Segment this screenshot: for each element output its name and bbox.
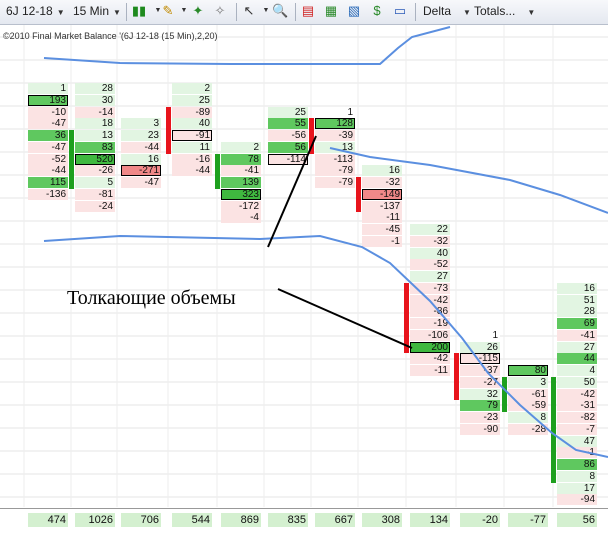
pencil-icon[interactable]: ✎ (160, 3, 176, 19)
chart-panel[interactable]: 1 193 -10 -47 36 -47 -52 -44 115 -136 28 30 -14 18 13 8… (0, 25, 608, 507)
separator (415, 3, 416, 21)
lower-band-line (43, 234, 608, 458)
chart-overlay (43, 26, 608, 458)
chevron-down-icon: ▼ (463, 8, 471, 17)
interval-selector[interactable]: 15 Min ▼ (73, 2, 121, 21)
chart-title: ©2010 Final Market Balance '(6J 12-18 (1… (3, 31, 218, 41)
annotation-arrow-2 (277, 288, 413, 349)
annotation-text: Толкающие объемы (67, 287, 236, 309)
chart-properties-icon[interactable]: ▧ (346, 3, 362, 19)
chevron-down-icon: ▼ (56, 8, 65, 17)
column-total: 667 (315, 513, 355, 527)
chevron-down-icon: ▼ (113, 8, 121, 17)
column-total: -77 (508, 513, 548, 527)
data-box-icon[interactable]: ▭ (392, 3, 408, 19)
cursor-icon[interactable]: ↖ (241, 3, 257, 19)
totals-panel: 474 1026 706 544 869 835 667 308 134 -20 -77 56 (0, 508, 608, 533)
toolbar: 6J 12-18 ▼ 15 Min ▼ ▮▮ ▼ ✎ ▼ ✦ ✧ ↖ ▼ 🔍 ▤ ▦… (0, 0, 608, 25)
instrument-label: 6J 12-18 (6, 4, 53, 18)
annotation-arrow-1 (267, 135, 317, 248)
column-total: 1026 (75, 513, 115, 527)
column-total: 308 (362, 513, 402, 527)
column-total: 56 (557, 513, 597, 527)
dollar-icon[interactable]: $ (369, 3, 385, 19)
interval-label: 15 Min (73, 4, 110, 18)
separator (126, 3, 127, 21)
column-total: 544 (172, 513, 212, 527)
totals-selector[interactable]: Totals... ▼ (474, 2, 535, 21)
delta-selector[interactable]: Delta ▼ (423, 2, 471, 21)
column-total: 134 (410, 513, 450, 527)
instrument-selector[interactable]: 6J 12-18 ▼ (6, 2, 65, 21)
crosshair-icon[interactable]: ✦ (190, 3, 206, 19)
separator (295, 3, 296, 21)
column-total: 706 (121, 513, 161, 527)
separator (236, 3, 237, 21)
indicators-icon[interactable]: ▤ (300, 3, 316, 19)
bar-type-icon[interactable]: ▮▮ (131, 3, 147, 19)
totals-label: Totals... (474, 4, 516, 18)
middle-band-line (329, 147, 608, 214)
column-total: 835 (268, 513, 308, 527)
chevron-down-icon: ▼ (527, 8, 536, 17)
strategies-icon[interactable]: ▦ (323, 3, 339, 19)
column-total: 869 (221, 513, 261, 527)
column-total: -20 (460, 513, 500, 527)
pin-icon[interactable]: ✧ (212, 3, 228, 19)
delta-label: Delta (423, 4, 452, 18)
column-total: 474 (28, 513, 68, 527)
zoom-icon[interactable]: 🔍 (272, 3, 288, 19)
